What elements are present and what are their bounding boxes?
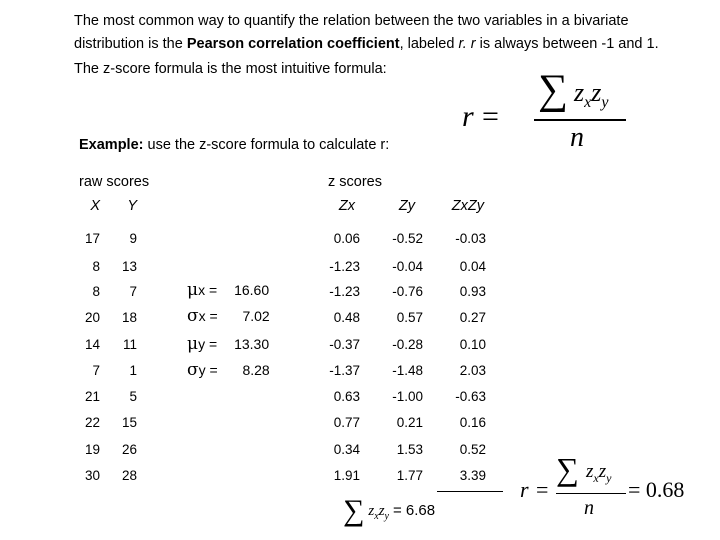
example-text: Example: use the z-score formula to calc… [79,137,390,153]
greek-symbol: σ [187,360,199,380]
cell-zy: -0.52 [392,231,423,246]
z-scores-header: z scores [328,174,382,190]
cell-y: 26 [121,442,137,457]
r-symbol: r. [458,36,467,52]
formula-n: n [570,122,584,153]
cell-zy: -0.04 [392,259,423,274]
cell-y: 13 [121,259,137,274]
r-value: 0.68 [645,477,685,502]
cell-zy: -0.28 [392,337,423,352]
formula-r: r [462,100,474,133]
sigma-symbol: ∑ [343,494,365,527]
cell-y: 15 [121,415,137,430]
cell-zy: 0.21 [396,415,423,430]
fraction-bar [534,119,626,121]
pearson-term: Pearson correlation coefficient [186,36,400,52]
cell-zx: 0.34 [333,442,360,457]
cell-y: 7 [129,284,137,299]
stat-label: y = [198,336,218,352]
col-y-header: Y [127,198,137,214]
cell-zx: -0.37 [329,337,360,352]
cell-zx: 0.63 [333,389,360,404]
greek-symbol: μ [187,334,199,354]
intro-text: , labeled [399,36,459,52]
cell-zy: -1.48 [392,363,423,378]
greek-symbol: σ [187,306,199,326]
stat-value: 7.02 [242,308,270,324]
cell-y: 9 [129,231,137,246]
cell-zxzy: 0.04 [459,259,486,274]
sum-formula: ∑ zxzy = 6.68 [343,494,436,527]
cell-y: 1 [129,363,137,378]
greek-symbol: μ [187,280,199,300]
stat-value: 8.28 [242,362,270,378]
cell-zxzy: 0.93 [459,284,486,299]
cell-zxzy: 2.03 [459,363,486,378]
zscore-formula: r = ∑ zxzy n [460,67,630,160]
cell-zy: 1.77 [396,468,423,483]
cell-zx: -1.23 [329,284,360,299]
stat-label: x = [198,308,218,324]
formula-numerator: zxzy [574,78,609,112]
cell-zxzy: 3.39 [459,468,486,483]
stat-3: σy = 8.28 [187,360,270,380]
cell-zx: -1.37 [329,363,360,378]
stat-label: x = [198,282,218,298]
cell-y: 18 [121,310,137,325]
cell-zxzy: 0.27 [459,310,486,325]
cell-zy: -1.00 [392,389,423,404]
cell-zxzy: -0.63 [455,389,486,404]
formula-eq: = [482,100,499,133]
cell-zxzy: 0.52 [459,442,486,457]
col-zy-header: Zy [398,198,415,214]
intro-text: is always between -1 and 1. [475,36,659,52]
cell-zxzy: 0.10 [459,337,486,352]
sum-line [437,491,503,492]
cell-y: 11 [122,337,137,352]
cell-zxzy: -0.03 [455,231,486,246]
stat-2: μy = 13.30 [187,334,269,354]
cell-zx: 0.06 [333,231,360,246]
cell-y: 28 [121,468,137,483]
cell-zxzy: 0.16 [459,415,486,430]
result-formula: r = ∑ zxzy n = 0.68 [520,451,685,519]
cell-zx: 0.77 [333,415,360,430]
cell-zy: -0.76 [392,284,423,299]
sigma-symbol: ∑ [538,67,568,113]
raw-scores-header: raw scores [79,174,150,190]
col-zx-header: Zx [338,198,355,214]
col-zxzy-header: ZxZy [451,198,484,214]
stat-value: 16.60 [234,282,270,298]
cell-zy: 1.53 [396,442,423,457]
cell-y: 5 [129,389,137,404]
stat-0: μx = 16.60 [187,280,269,300]
sum-value: 6.68 [405,502,436,519]
stat-1: σx = 7.02 [187,306,270,326]
cell-zx: 0.48 [333,310,360,325]
cell-zy: 0.57 [396,310,423,325]
cell-zx: 1.91 [333,468,360,483]
stat-label: y = [198,362,218,378]
stat-value: 13.30 [234,336,270,352]
slide: The most common way to quantify the rela… [0,0,720,540]
cell-zx: -1.23 [329,259,360,274]
